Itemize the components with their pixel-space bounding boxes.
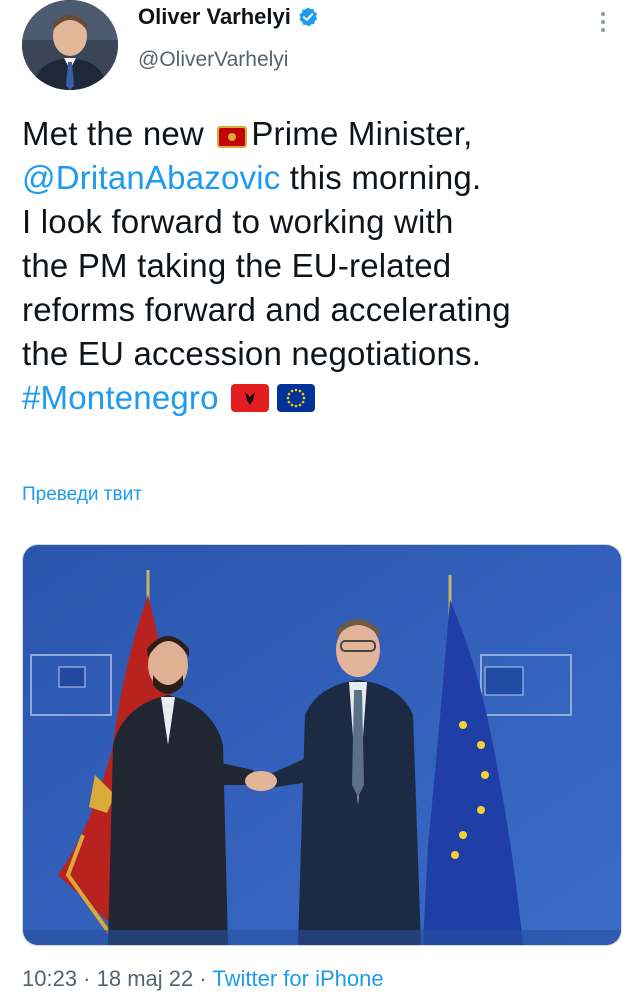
mention-link[interactable]: @DritanAbazovic — [22, 159, 280, 196]
tweet-meta: 10:23 · 18 maj 22 · Twitter for iPhone — [22, 966, 384, 991]
more-options-icon[interactable] — [596, 10, 610, 34]
tweet-line-6: the EU accession negotiations. — [22, 335, 482, 372]
tweet-header: Oliver Varhelyi @OliverVarhelyi — [0, 0, 640, 100]
photo-illustration — [23, 545, 621, 945]
tweet-line-5: reforms forward and accelerating — [22, 291, 511, 328]
tweet-text: Met the new Prime Minister, @DritanAbazo… — [22, 112, 622, 420]
author-handle[interactable]: @OliverVarhelyi — [138, 48, 288, 72]
tweet-line-7: #Montenegro — [22, 376, 622, 420]
translate-tweet-link[interactable]: Преведи твит — [22, 484, 142, 506]
tweet-line-2: @DritanAbazovic this morning. — [22, 159, 482, 196]
hashtag-link[interactable]: #Montenegro — [22, 379, 219, 416]
author-name-row: Oliver Varhelyi — [138, 4, 319, 30]
tweet-photo[interactable] — [22, 544, 622, 946]
tweet-line-1: Met the new Prime Minister, — [22, 115, 473, 152]
tweet-date[interactable]: 18 maj 22 — [97, 966, 194, 991]
verified-badge-icon — [299, 7, 318, 27]
tweet-line-4: the PM taking the EU-related — [22, 247, 452, 284]
tweet-time[interactable]: 10:23 — [22, 966, 77, 991]
tweet-line-3: I look forward to working with — [22, 203, 454, 240]
albania-flag-icon — [230, 384, 269, 412]
eu-flag-icon — [276, 384, 315, 412]
montenegro-flag-icon — [217, 126, 248, 148]
author-name[interactable]: Oliver Varhelyi — [138, 4, 291, 30]
avatar[interactable] — [22, 0, 118, 90]
tweet-source-link[interactable]: Twitter for iPhone — [212, 966, 383, 991]
